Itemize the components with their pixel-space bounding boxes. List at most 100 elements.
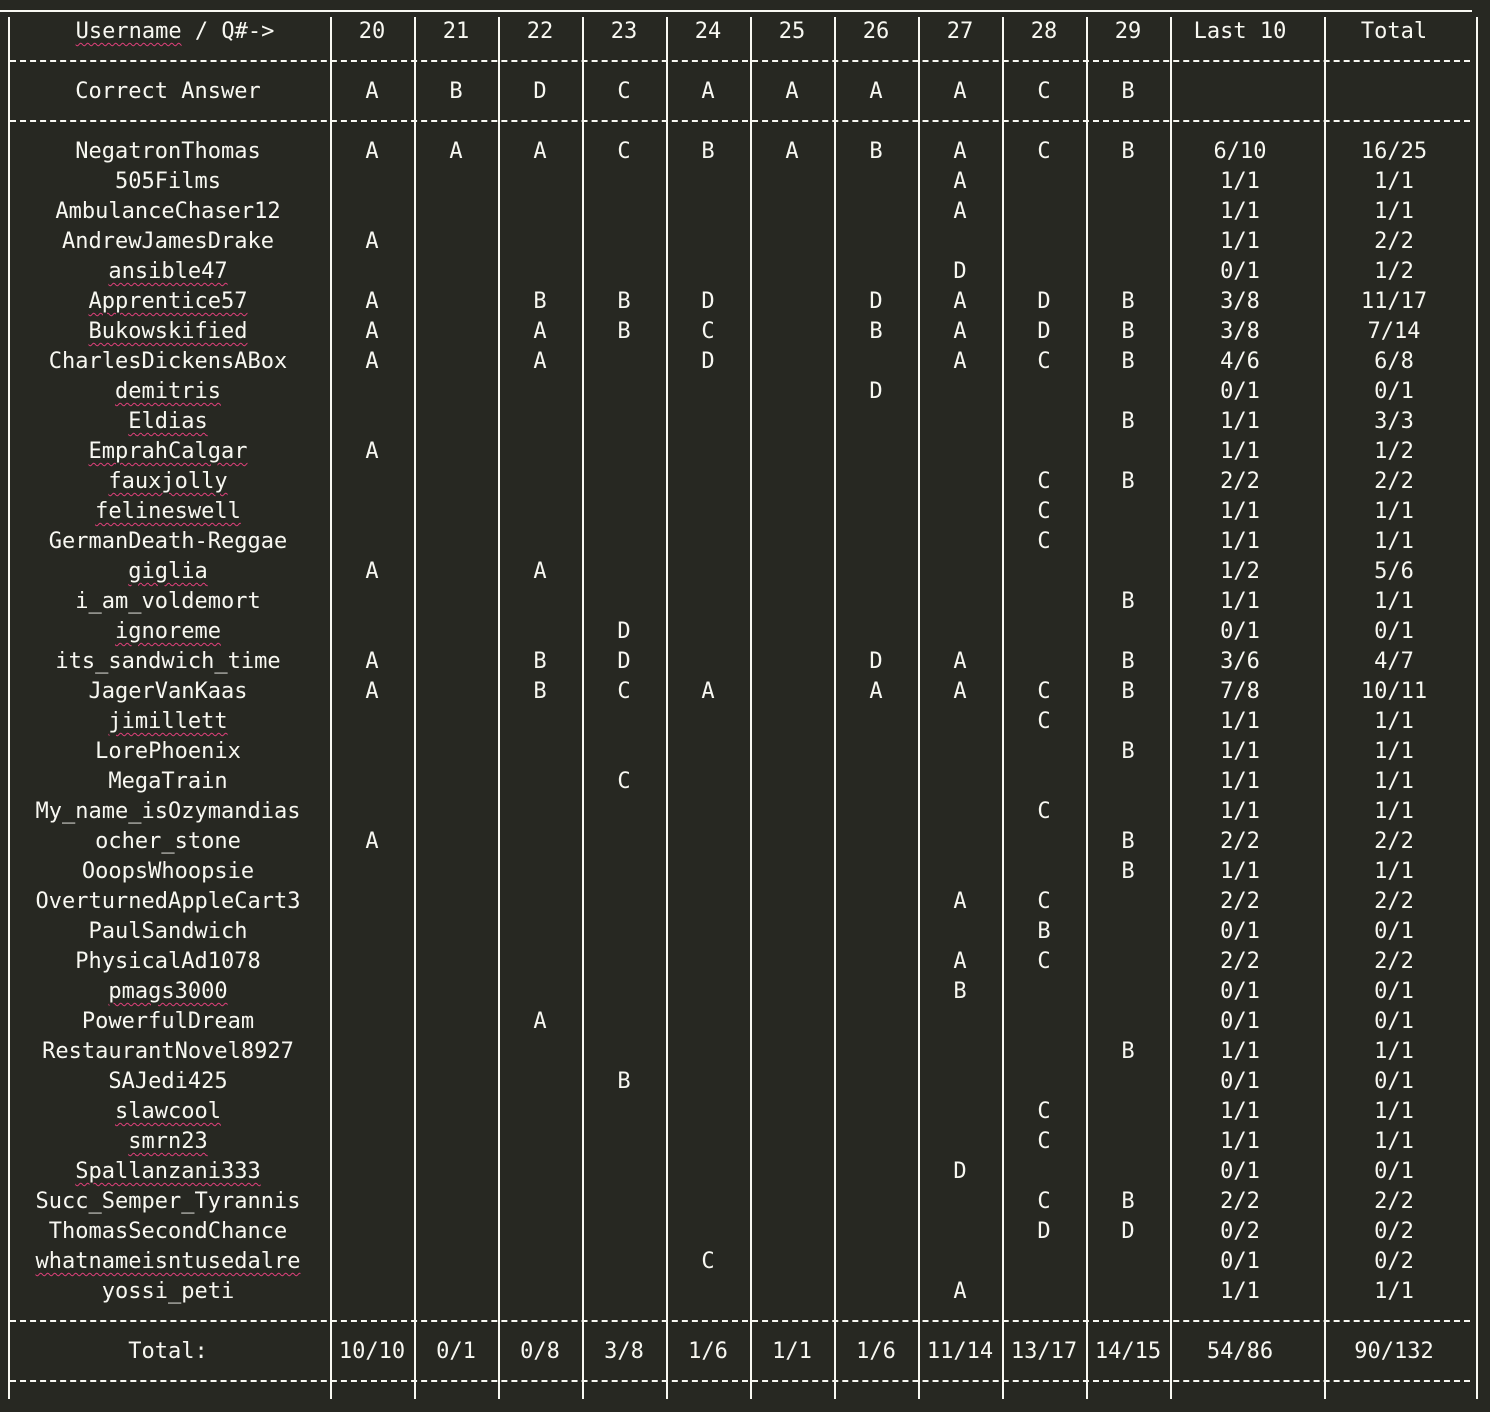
answer-cell: C bbox=[1037, 529, 1051, 554]
answer-cell bbox=[589, 1277, 659, 1307]
answer-cell bbox=[505, 1067, 575, 1097]
answer-cell bbox=[421, 497, 491, 527]
correct-answer-cell: C bbox=[617, 79, 631, 104]
answer-cell bbox=[673, 1037, 743, 1067]
body-divider-12 bbox=[1324, 137, 1326, 1307]
header-divider-10 bbox=[1086, 17, 1088, 47]
answer-cell bbox=[673, 1277, 743, 1307]
correct-answer-cell: B bbox=[449, 79, 463, 104]
correct-divider-0 bbox=[8, 77, 10, 107]
answer-cell bbox=[421, 167, 491, 197]
question-total-cell: 1/1 bbox=[772, 1339, 812, 1364]
answer-cell bbox=[421, 1217, 491, 1247]
answer-cell bbox=[505, 227, 575, 257]
correct-answer-cell: B bbox=[1121, 79, 1135, 104]
answer-cell bbox=[505, 617, 575, 647]
answer-cell bbox=[757, 377, 827, 407]
username-cell: AndrewJamesDrake bbox=[62, 229, 274, 254]
answer-cell: A bbox=[953, 169, 967, 194]
answer-cell bbox=[1093, 617, 1163, 647]
user-row: GermanDeath-Reggae C 1/1 1/1 bbox=[0, 527, 1490, 557]
answer-cell bbox=[589, 1037, 659, 1067]
total-score-cell: 0/2 bbox=[1374, 1219, 1414, 1244]
correct-divider-9 bbox=[1002, 77, 1004, 107]
answer-cell bbox=[505, 1217, 575, 1247]
answer-cell bbox=[841, 197, 911, 227]
answer-cell: B bbox=[533, 679, 547, 704]
answer-cell bbox=[841, 257, 911, 287]
answer-cell bbox=[757, 617, 827, 647]
username-cell: LorePhoenix bbox=[95, 739, 241, 764]
user-row: LorePhoenix B 1/1 1/1 bbox=[0, 737, 1490, 767]
last10-score-cell: 0/1 bbox=[1220, 259, 1260, 284]
answer-cell bbox=[505, 1187, 575, 1217]
answer-cell: A bbox=[365, 289, 379, 314]
answer-cell bbox=[505, 407, 575, 437]
answer-cell bbox=[1009, 647, 1079, 677]
answer-cell bbox=[589, 407, 659, 437]
question-total-cell: 1/6 bbox=[856, 1339, 896, 1364]
answer-cell bbox=[1093, 557, 1163, 587]
answer-cell bbox=[841, 947, 911, 977]
header-question-number: 28 bbox=[1030, 19, 1058, 44]
answer-cell bbox=[925, 227, 995, 257]
total-score-cell: 0/2 bbox=[1374, 1249, 1414, 1274]
last10-score-cell: 2/2 bbox=[1220, 949, 1260, 974]
answer-cell bbox=[589, 797, 659, 827]
last10-score-cell: 1/2 bbox=[1220, 559, 1260, 584]
last10-score-cell: 1/1 bbox=[1220, 1129, 1260, 1154]
answer-cell bbox=[673, 257, 743, 287]
answer-cell bbox=[589, 827, 659, 857]
username-cell: Eldias bbox=[128, 409, 208, 434]
last10-score-cell: 1/1 bbox=[1220, 589, 1260, 614]
answer-cell bbox=[1093, 437, 1163, 467]
answer-cell bbox=[1009, 407, 1079, 437]
answer-cell bbox=[841, 1007, 911, 1037]
answer-cell bbox=[1009, 437, 1079, 467]
user-row: PhysicalAd1078 A C 2/2 2/2 bbox=[0, 947, 1490, 977]
answer-cell: C bbox=[1037, 139, 1051, 164]
answer-cell bbox=[337, 1097, 407, 1127]
answer-cell bbox=[421, 227, 491, 257]
answer-cell bbox=[673, 197, 743, 227]
correct-answer-label: Correct Answer bbox=[75, 79, 261, 104]
sep-divider-a-11 bbox=[1170, 47, 1172, 77]
answer-cell bbox=[925, 617, 995, 647]
answer-cell bbox=[925, 527, 995, 557]
answer-cell bbox=[589, 467, 659, 497]
answer-cell bbox=[757, 557, 827, 587]
answer-cell: D bbox=[869, 649, 883, 674]
answer-cell: D bbox=[701, 289, 715, 314]
header-question-number: 29 bbox=[1114, 19, 1142, 44]
answer-cell bbox=[337, 167, 407, 197]
answer-cell bbox=[421, 797, 491, 827]
answer-cell: D bbox=[1121, 1219, 1135, 1244]
answer-cell bbox=[1009, 1157, 1079, 1187]
user-row: i_am_voldemort B 1/1 1/1 bbox=[0, 587, 1490, 617]
total-score-cell: 1/1 bbox=[1374, 769, 1414, 794]
answer-cell bbox=[925, 737, 995, 767]
answer-cell bbox=[589, 887, 659, 917]
answer-cell bbox=[337, 257, 407, 287]
answer-cell: C bbox=[701, 1249, 715, 1274]
answer-cell: D bbox=[617, 649, 631, 674]
answer-cell bbox=[1093, 1007, 1163, 1037]
header-divider-2 bbox=[414, 17, 416, 47]
total-score-cell: 1/1 bbox=[1374, 799, 1414, 824]
answer-cell bbox=[841, 497, 911, 527]
answer-cell bbox=[1093, 1097, 1163, 1127]
answer-cell bbox=[925, 587, 995, 617]
answer-cell: C bbox=[617, 769, 631, 794]
total-score-cell: 1/2 bbox=[1374, 259, 1414, 284]
scoreboard-table: Username / Q#-> 20 21 22 23 24 25 26 27 28 29 Last … bbox=[0, 0, 1490, 1412]
answer-cell bbox=[1093, 707, 1163, 737]
answer-cell bbox=[1009, 1037, 1079, 1067]
answer-cell bbox=[673, 377, 743, 407]
answer-cell bbox=[421, 1127, 491, 1157]
answer-cell bbox=[757, 317, 827, 347]
answer-cell: D bbox=[617, 619, 631, 644]
header-total-label: Total bbox=[1360, 19, 1428, 44]
answer-cell: B bbox=[1121, 649, 1135, 674]
answer-cell bbox=[757, 767, 827, 797]
sep-divider-a-7 bbox=[834, 47, 836, 77]
